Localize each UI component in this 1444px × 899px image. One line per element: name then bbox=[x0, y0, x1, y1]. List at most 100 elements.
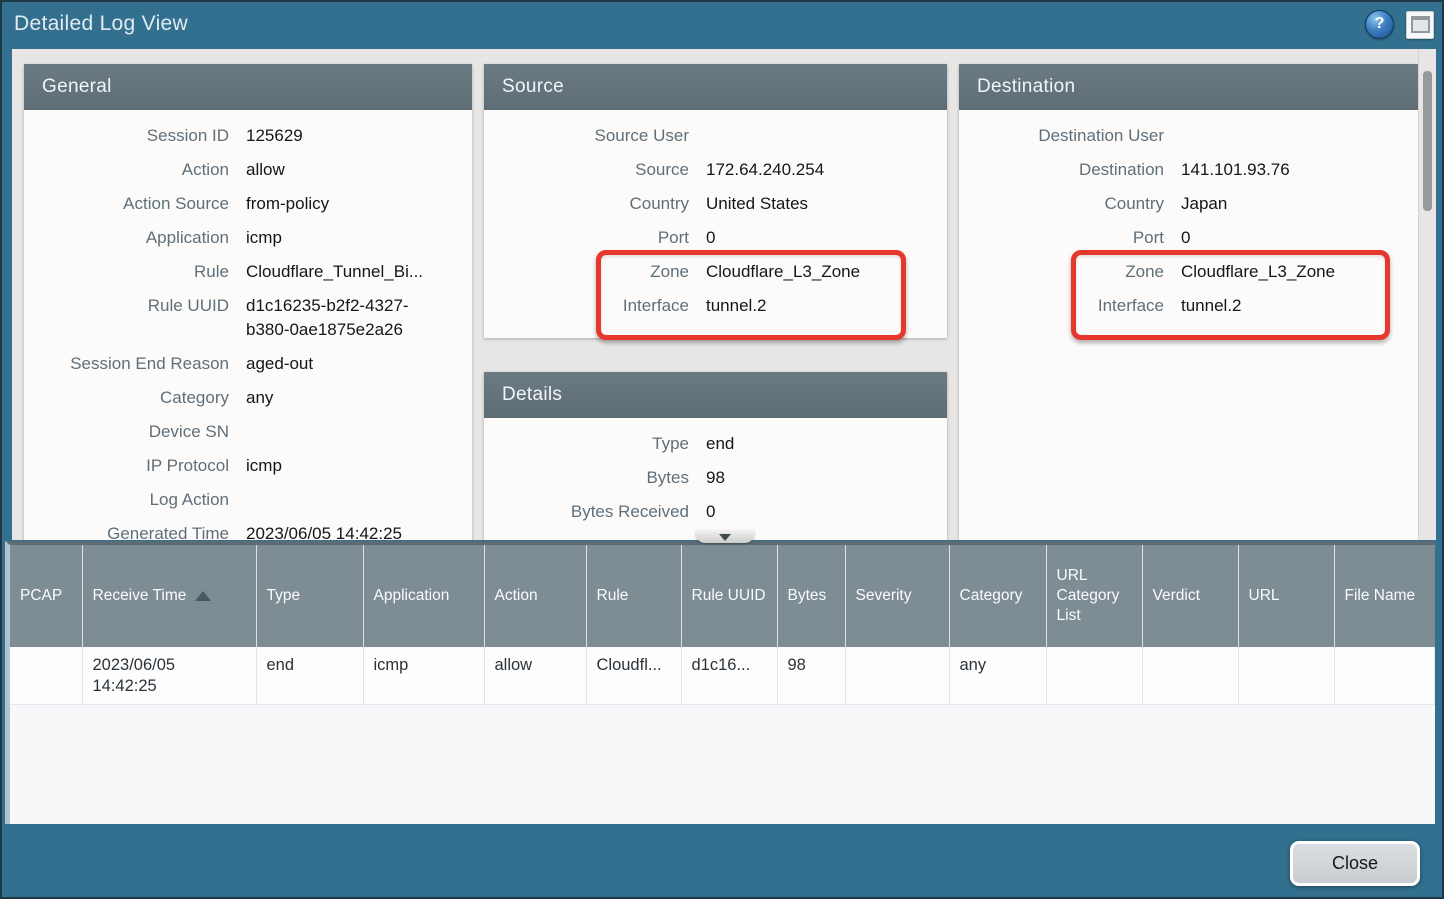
kv-value: 0 bbox=[1181, 226, 1419, 250]
panel-details-body: TypeendBytes98Bytes Received0 bbox=[484, 418, 947, 529]
column-header-application[interactable]: Application bbox=[363, 545, 484, 647]
kv-value: Cloudflare_L3_Zone bbox=[706, 260, 947, 284]
cell bbox=[1142, 647, 1238, 704]
kv-label: Type bbox=[484, 432, 689, 456]
panel-destination-body: Destination User Destination 141.101.93.76… bbox=[959, 110, 1419, 323]
kv-value: icmp bbox=[246, 226, 472, 250]
column-header-rule-uuid[interactable]: Rule UUID bbox=[681, 545, 777, 647]
column-header-url-category-list[interactable]: URL Category List bbox=[1046, 545, 1142, 647]
window-restore-icon-glyph bbox=[1411, 16, 1430, 33]
kv-value: icmp bbox=[246, 454, 472, 478]
kv-label: Rule UUID bbox=[24, 294, 229, 318]
table-row[interactable]: 2023/06/05 14:42:25endicmpallowCloudfl..… bbox=[10, 647, 1435, 704]
close-button[interactable]: Close bbox=[1290, 841, 1420, 886]
kv-value: tunnel.2 bbox=[706, 294, 947, 318]
kv-label: Port bbox=[959, 226, 1164, 250]
kv-row: Port 0 bbox=[959, 221, 1419, 255]
cell: allow bbox=[484, 647, 586, 704]
cell bbox=[1238, 647, 1334, 704]
column-header-type[interactable]: Type bbox=[256, 545, 363, 647]
kv-value bbox=[246, 488, 472, 512]
kv-value: Cloudflare_Tunnel_Bi... bbox=[246, 260, 472, 284]
kv-label: Source bbox=[484, 158, 689, 182]
kv-value: allow bbox=[246, 158, 472, 182]
column-header-receive-time[interactable]: Receive Time bbox=[82, 545, 256, 647]
detailed-log-view-dialog: { "window": { "title": "Detailed Log Vie… bbox=[0, 0, 1444, 899]
kv-row: Action allow bbox=[24, 153, 472, 187]
log-table-pane: PCAPReceive TimeTypeApplicationActionRul… bbox=[5, 541, 1435, 824]
kv-label: Session End Reason bbox=[24, 352, 229, 376]
kv-label: Zone bbox=[959, 260, 1164, 284]
kv-value: from-policy bbox=[246, 192, 472, 216]
kv-value: 172.64.240.254 bbox=[706, 158, 947, 182]
column-header-severity[interactable]: Severity bbox=[845, 545, 949, 647]
column-header-url[interactable]: URL bbox=[1238, 545, 1334, 647]
kv-value: any bbox=[246, 386, 472, 410]
sort-ascending-icon bbox=[195, 591, 211, 601]
cell: any bbox=[949, 647, 1046, 704]
kv-row: Bytes Received0 bbox=[484, 495, 947, 529]
kv-label: Application bbox=[24, 226, 229, 250]
kv-value bbox=[246, 420, 472, 444]
column-header-pcap[interactable]: PCAP bbox=[10, 545, 82, 647]
kv-label: Country bbox=[484, 192, 689, 216]
kv-row: Session ID125629 bbox=[24, 119, 472, 153]
kv-row: Interface tunnel.2 bbox=[484, 289, 947, 323]
cell bbox=[10, 647, 82, 704]
log-table: PCAPReceive TimeTypeApplicationActionRul… bbox=[10, 545, 1435, 705]
kv-row: Application icmp bbox=[24, 221, 472, 255]
panel-details-header: Details bbox=[484, 372, 947, 418]
panel-general: General Session ID125629ActionallowActio… bbox=[24, 64, 472, 540]
kv-row: Destination 141.101.93.76 bbox=[959, 153, 1419, 187]
column-header-action[interactable]: Action bbox=[484, 545, 586, 647]
kv-row: Source User bbox=[484, 119, 947, 153]
kv-label: Interface bbox=[484, 294, 689, 318]
cell bbox=[1046, 647, 1142, 704]
window-restore-icon[interactable] bbox=[1406, 11, 1434, 39]
kv-label: Destination User bbox=[959, 124, 1164, 148]
kv-label: Action Source bbox=[24, 192, 229, 216]
column-header-category[interactable]: Category bbox=[949, 545, 1046, 647]
kv-row: IP Protocol icmp bbox=[24, 449, 472, 483]
collapse-handle[interactable] bbox=[696, 530, 754, 543]
cell: icmp bbox=[363, 647, 484, 704]
kv-row: Typeend bbox=[484, 427, 947, 461]
kv-label: Port bbox=[484, 226, 689, 250]
column-header-file-name[interactable]: File Name bbox=[1334, 545, 1435, 647]
kv-label: Action bbox=[24, 158, 229, 182]
kv-value: Cloudflare_L3_Zone bbox=[1181, 260, 1419, 284]
titlebar: Detailed Log View ? bbox=[2, 2, 1442, 48]
column-header-bytes[interactable]: Bytes bbox=[777, 545, 845, 647]
kv-value: aged-out bbox=[246, 352, 472, 376]
kv-label: IP Protocol bbox=[24, 454, 229, 478]
kv-row: Destination User bbox=[959, 119, 1419, 153]
chevron-down-icon bbox=[719, 534, 731, 541]
kv-row: Session End Reason aged-out bbox=[24, 347, 472, 381]
kv-label: Destination bbox=[959, 158, 1164, 182]
scrollbar[interactable] bbox=[1418, 49, 1436, 540]
kv-row: Interfacetunnel.2 bbox=[959, 289, 1419, 323]
column-header-rule[interactable]: Rule bbox=[586, 545, 681, 647]
cell: 98 bbox=[777, 647, 845, 704]
panel-source-body: Source User Source 172.64.240.254 Country Un… bbox=[484, 110, 947, 323]
kv-label: Session ID bbox=[24, 124, 229, 148]
kv-row: Generated Time2023/06/05 14:42:25 bbox=[24, 517, 472, 540]
kv-value: end bbox=[706, 432, 947, 456]
help-icon[interactable]: ? bbox=[1365, 10, 1394, 39]
cell: end bbox=[256, 647, 363, 704]
cell bbox=[1334, 647, 1435, 704]
kv-label: Rule bbox=[24, 260, 229, 284]
panel-details: Details TypeendBytes98Bytes Received0 bbox=[484, 372, 947, 540]
kv-row: Country United States bbox=[484, 187, 947, 221]
table-header-row: PCAPReceive TimeTypeApplicationActionRul… bbox=[10, 545, 1435, 647]
kv-row: ZoneCloudflare_L3_Zone bbox=[484, 255, 947, 289]
scrollbar-thumb[interactable] bbox=[1423, 71, 1432, 211]
kv-label: Log Action bbox=[24, 488, 229, 512]
kv-value: 141.101.93.76 bbox=[1181, 158, 1419, 182]
kv-value: United States bbox=[706, 192, 947, 216]
kv-row: Action Source from-policy bbox=[24, 187, 472, 221]
kv-value: tunnel.2 bbox=[1181, 294, 1419, 318]
cell: Cloudfl... bbox=[586, 647, 681, 704]
kv-label: Country bbox=[959, 192, 1164, 216]
column-header-verdict[interactable]: Verdict bbox=[1142, 545, 1238, 647]
